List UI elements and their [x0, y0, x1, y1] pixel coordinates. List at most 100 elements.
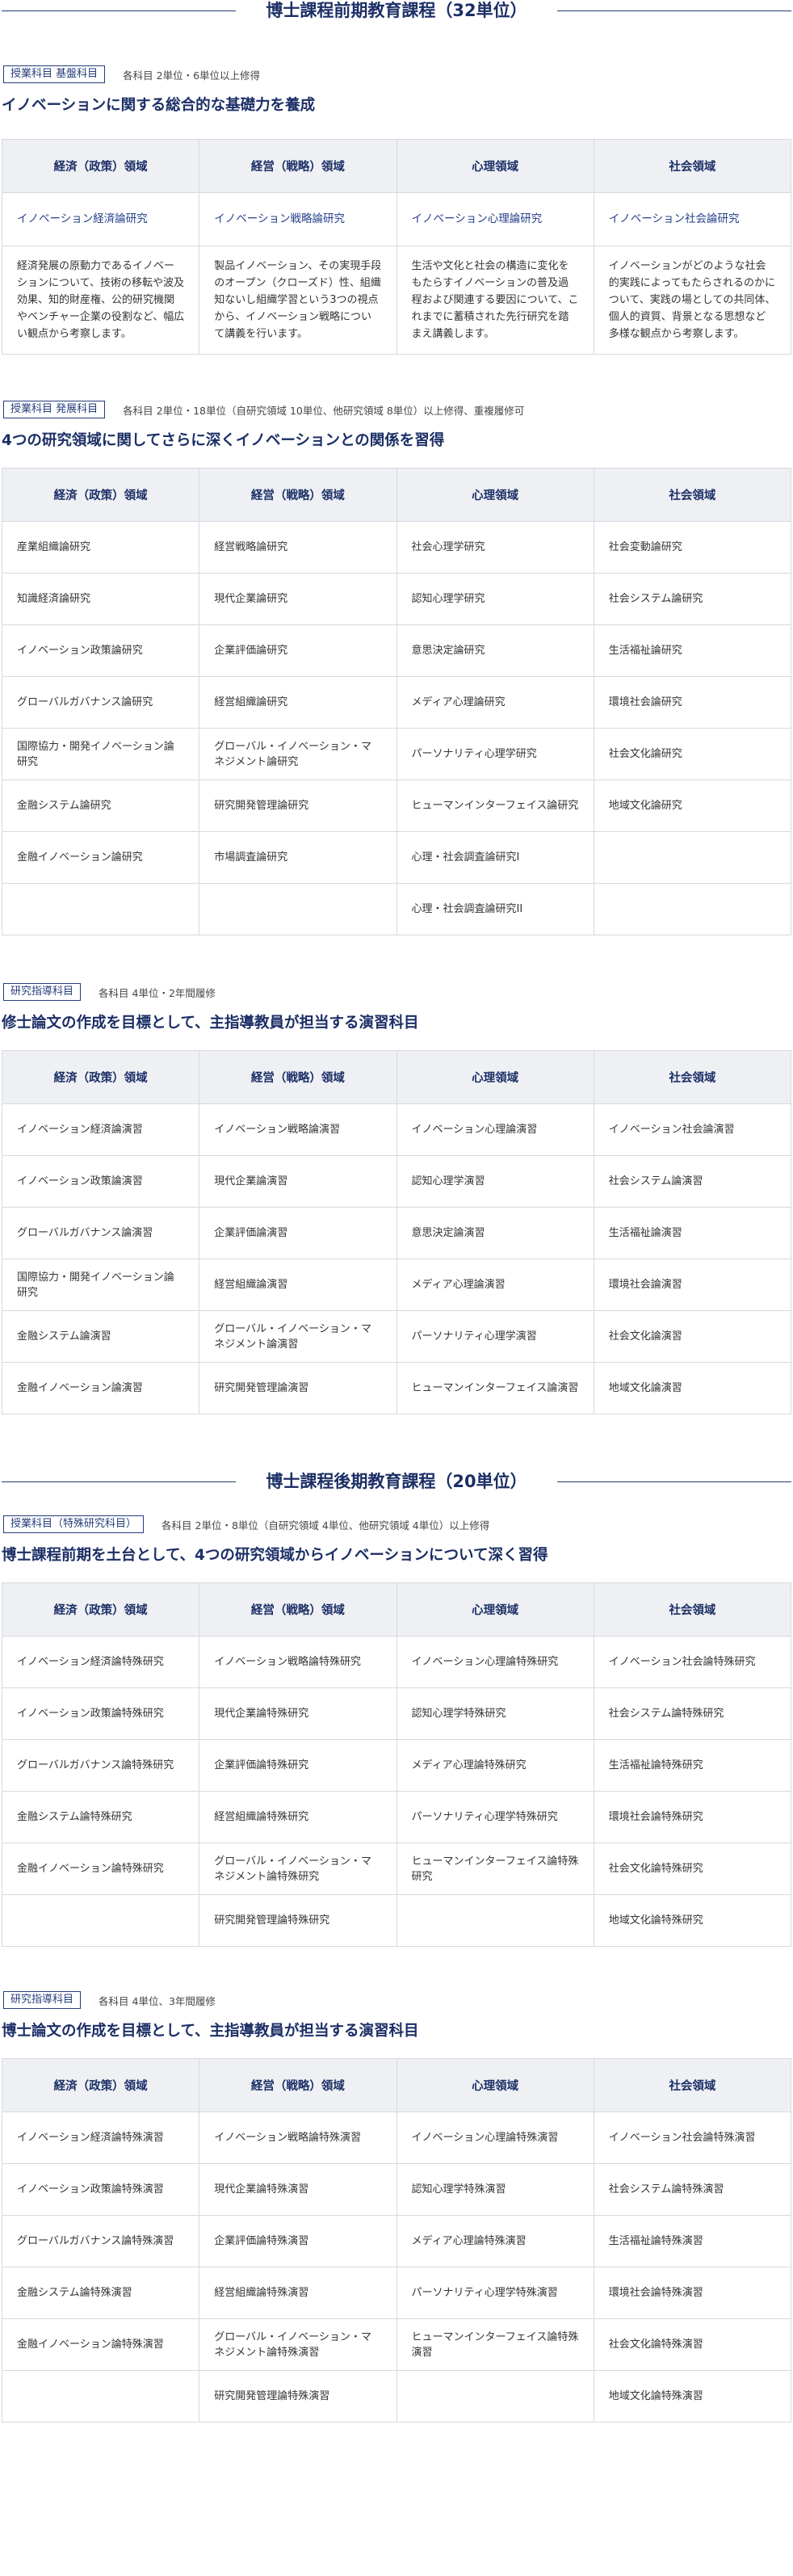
course-cell: 認知心理学研究 [396, 573, 594, 625]
course-cell: 金融イノベーション論演習 [1, 1362, 200, 1414]
column-header: 心理領域 [396, 1050, 594, 1104]
course-cell: グローバルガバナンス論研究 [1, 676, 200, 729]
table-row: 金融イノベーション論特殊研究 グローバル・イノベーション・マネジメント論特殊研究ヒ… [1, 1843, 792, 1895]
course-cell: イノベーション政策論特殊演習 [1, 2163, 200, 2216]
course-cell: 社会文化論特殊研究 [593, 1843, 792, 1895]
block-foundation: 授業科目 基盤科目 各科目 2単位・6単位以上修得 イノベーションに関する総合的… [0, 65, 793, 355]
course-table: 経済（政策）領域 経営（戦略）領域 心理領域 社会領域 産業組織論研究 経営戦略論研究 社会… [1, 468, 792, 935]
empty-cell [593, 883, 792, 935]
column-header: 経営（戦略）領域 [199, 1050, 397, 1104]
column-header: 経済（政策）領域 [1, 1050, 200, 1104]
credit-note: 各科目 4単位、3年間履修 [99, 1994, 216, 2007]
course-cell: 社会文化論研究 [593, 728, 792, 780]
course-cell: イノベーション社会論演習 [593, 1103, 792, 1156]
table-header-row: 経済（政策）領域 経営（戦略）領域 心理領域 社会領域 [1, 139, 792, 193]
course-cell: ヒューマンインターフェイス論研究 [396, 780, 594, 832]
block-doctoral-guidance: 研究指導科目 各科目 4単位、3年間履修 博士論文の作成を目標として、主指導教員… [0, 1990, 793, 2423]
course-cell: 経営組織論特殊研究 [199, 1791, 397, 1843]
subject-cell: イノベーション経済論研究 [1, 192, 200, 246]
course-cell: イノベーション戦略論特殊演習 [199, 2112, 397, 2164]
course-cell: 企業評価論特殊演習 [199, 2215, 397, 2267]
course-table: 経済（政策）領域 経営（戦略）領域 心理領域 社会領域 イノベーション経済論特殊演習 イノ… [1, 2058, 792, 2423]
course-cell: イノベーション政策論研究 [1, 624, 200, 677]
course-cell: 生活福祉論演習 [593, 1207, 792, 1259]
subject-cell: イノベーション戦略論研究 [199, 192, 397, 246]
table-row: 研究開発管理論特殊研究 地域文化論特殊研究 [1, 1894, 792, 1947]
description-cell: 製品イノベーション、その実現手段のオープン（クローズド）性、組織知ないし組織学習… [199, 246, 397, 355]
course-cell: イノベーション心理論特殊演習 [396, 2112, 594, 2164]
course-cell: 現代企業論特殊演習 [199, 2163, 397, 2216]
table-row: イノベーション政策論特殊研究 現代企業論特殊研究 認知心理学特殊研究 社会システム論特… [1, 1687, 792, 1740]
table-row: グローバルガバナンス論研究 経営組織論研究 メディア心理論研究 環境社会論研究 [1, 676, 792, 729]
course-cell: 地域文化論研究 [593, 780, 792, 832]
course-cell: イノベーション経済論特殊研究 [1, 1636, 200, 1688]
course-cell: 産業組織論研究 [1, 521, 200, 574]
empty-cell [1, 2370, 200, 2423]
category-tag: 研究指導科目 [3, 1991, 82, 2009]
section-header-master: 博士課程前期教育課程（32単位） [0, 0, 793, 23]
course-cell: イノベーション心理論演習 [396, 1103, 594, 1156]
course-cell: グローバルガバナンス論演習 [1, 1207, 200, 1259]
course-cell: 認知心理学演習 [396, 1155, 594, 1208]
table-row: 研究開発管理論特殊演習 地域文化論特殊演習 [1, 2370, 792, 2423]
table-row: イノベーション政策論演習 現代企業論演習 認知心理学演習 社会システム論演習 [1, 1155, 792, 1208]
course-cell: 金融イノベーション論特殊演習 [1, 2318, 200, 2371]
course-cell: イノベーション戦略論特殊研究 [199, 1636, 397, 1688]
course-cell: 意思決定論研究 [396, 624, 594, 677]
course-cell: イノベーション社会論特殊研究 [593, 1636, 792, 1688]
table-row: イノベーション経済論特殊研究 イノベーション戦略論特殊研究 イノベーション心理論特殊… [1, 1636, 792, 1688]
column-header: 心理領域 [396, 139, 594, 193]
table-row: イノベーション政策論研究 企業評価論研究 意思決定論研究 生活福祉論研究 [1, 624, 792, 677]
table-row: イノベーション経済論演習 イノベーション戦略論演習 イノベーション心理論演習 イノベー… [1, 1103, 792, 1156]
credit-note: 各科目 2単位・8単位（自研究領域 4単位、他研究領域 4単位）以上修得 [162, 1519, 490, 1532]
credit-note: 各科目 4単位・2年間履修 [99, 986, 216, 999]
table-row: イノベーション政策論特殊演習 現代企業論特殊演習 認知心理学特殊演習 社会システム論特… [1, 2163, 792, 2216]
course-cell: イノベーション社会論特殊演習 [593, 2112, 792, 2164]
course-cell: メディア心理論特殊演習 [396, 2215, 594, 2267]
course-cell: 社会心理学研究 [396, 521, 594, 574]
table-row: 金融システム論演習 グローバル・イノベーション・マネジメント論演習 パーソナリティ心… [1, 1310, 792, 1363]
course-cell: ヒューマンインターフェイス論演習 [396, 1362, 594, 1414]
course-cell: 意思決定論演習 [396, 1207, 594, 1259]
course-cell: パーソナリティ心理学研究 [396, 728, 594, 780]
table-row: 国際協力・開発イノベーション論研究 グローバル・イノベーション・マネジメント論研究… [1, 728, 792, 780]
course-cell: 知識経済論研究 [1, 573, 200, 625]
course-cell: メディア心理論研究 [396, 676, 594, 729]
course-cell: グローバルガバナンス論特殊演習 [1, 2215, 200, 2267]
course-cell: 経営戦略論研究 [199, 521, 397, 574]
course-cell: 企業評価論研究 [199, 624, 397, 677]
table-header-row: 経済（政策）領域 経営（戦略）領域 心理領域 社会領域 [1, 2058, 792, 2112]
course-cell: 市場調査論研究 [199, 831, 397, 884]
category-tag: 研究指導科目 [3, 983, 82, 1001]
course-cell: 生活福祉論特殊研究 [593, 1739, 792, 1792]
course-cell: 現代企業論演習 [199, 1155, 397, 1208]
course-cell: パーソナリティ心理学特殊研究 [396, 1791, 594, 1843]
block-heading: 修士論文の作成を目標として、主指導教員が担当する演習科目 [2, 1015, 419, 1032]
empty-cell [199, 883, 397, 935]
table-row: グローバルガバナンス論特殊研究 企業評価論特殊研究 メディア心理論特殊研究 生活福祉論… [1, 1739, 792, 1792]
course-cell: 社会文化論演習 [593, 1310, 792, 1363]
course-cell: 金融イノベーション論研究 [1, 831, 200, 884]
course-cell: メディア心理論演習 [396, 1259, 594, 1311]
column-header: 社会領域 [593, 1582, 792, 1637]
column-header: 経済（政策）領域 [1, 1582, 200, 1637]
column-header: 経済（政策）領域 [1, 468, 200, 522]
section-title: 博士課程前期教育課程（32単位） [253, 1, 540, 20]
course-cell: イノベーション心理論特殊研究 [396, 1636, 594, 1688]
block-heading: 4つの研究領域に関してさらに深くイノベーションとの関係を習得 [2, 432, 445, 449]
course-cell: 認知心理学特殊演習 [396, 2163, 594, 2216]
column-header: 社会領域 [593, 468, 792, 522]
course-cell: 研究開発管理論特殊演習 [199, 2370, 397, 2423]
course-cell: 経営組織論演習 [199, 1259, 397, 1311]
course-cell: 金融システム論研究 [1, 780, 200, 832]
block-special-research: 授業科目（特殊研究科目） 各科目 2単位・8単位（自研究領域 4単位、他研究領域… [0, 1515, 793, 1947]
course-cell: イノベーション経済論特殊演習 [1, 2112, 200, 2164]
course-cell: 生活福祉論研究 [593, 624, 792, 677]
column-header: 経営（戦略）領域 [199, 468, 397, 522]
course-cell: グローバル・イノベーション・マネジメント論特殊演習 [199, 2318, 397, 2371]
course-cell: ヒューマンインターフェイス論特殊演習 [396, 2318, 594, 2371]
curriculum-page: 博士課程前期教育課程（32単位） 授業科目 基盤科目 各科目 2単位・6単位以上… [0, 0, 793, 2423]
column-header: 経済（政策）領域 [1, 139, 200, 193]
table-header-row: 経済（政策）領域 経営（戦略）領域 心理領域 社会領域 [1, 1582, 792, 1637]
course-cell: 地域文化論特殊研究 [593, 1894, 792, 1947]
